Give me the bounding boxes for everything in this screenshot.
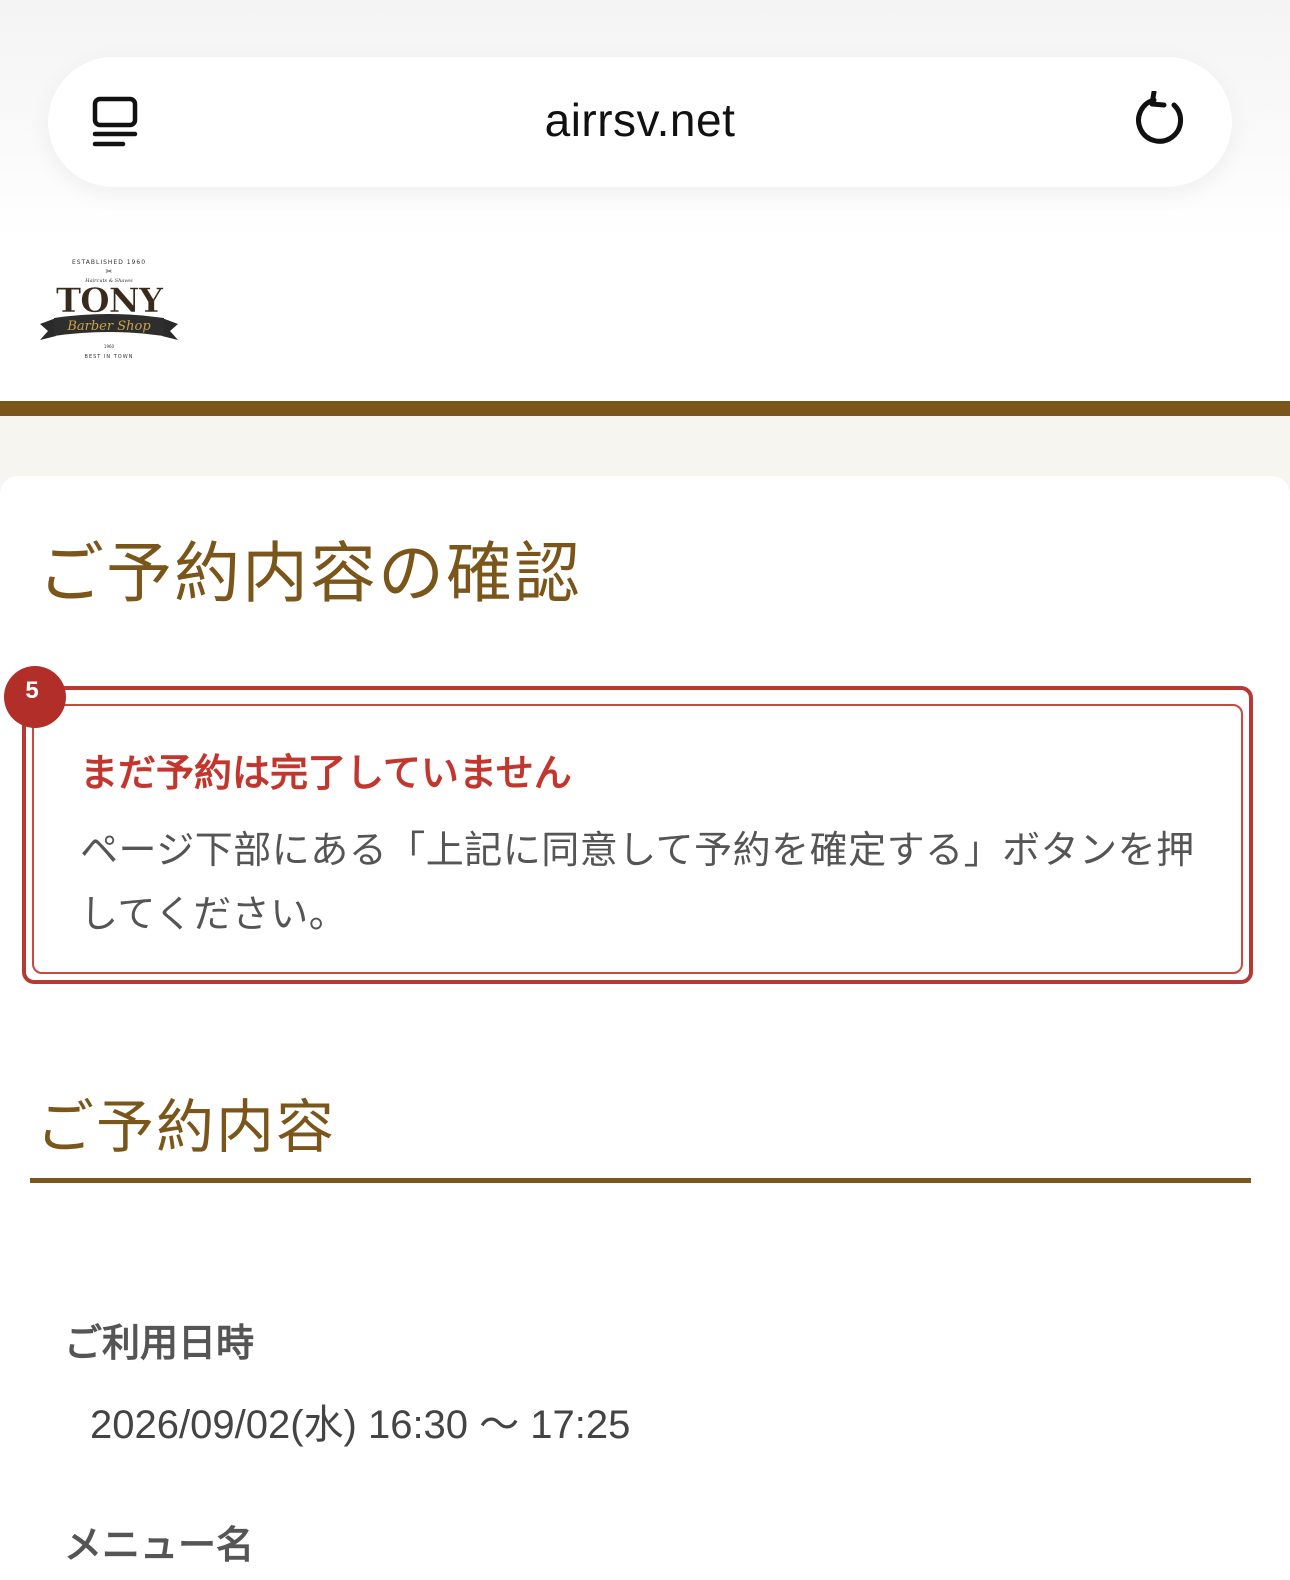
section-title-reservation: ご予約内容 [36,1093,337,1161]
svg-text:✂: ✂ [106,267,113,276]
address-bar[interactable]: airrsv.net [48,57,1232,187]
logo-tagline: Barber Shop [66,319,151,334]
step-badge: 5 [4,666,66,728]
shop-logo[interactable]: ESTABLISHED 1960 ✂ Haircuts & Shaves TON… [38,254,180,364]
url-text[interactable]: airrsv.net [48,93,1232,147]
header-divider [0,401,1290,416]
alert-message: ページ下部にある「上記に同意して予約を確定する」ボタンを押してください。 [80,828,1195,936]
datetime-value: 2026/09/02(水) 16:30 〜 17:25 [90,1403,631,1447]
browser-toolbar: airrsv.net [0,0,1290,240]
reload-icon[interactable] [1130,91,1190,151]
logo-top-text: ESTABLISHED 1960 [72,259,146,266]
datetime-label: ご利用日時 [64,1321,255,1365]
logo-number: 1960 [104,344,115,349]
page-title: ご予約内容の確認 [38,535,582,612]
section-divider [30,1178,1251,1183]
menu-name-label: メニュー名 [64,1523,255,1567]
alert-title: まだ予約は完了していません [80,751,572,795]
logo-bottom-text: BEST IN TOWN [85,354,134,360]
